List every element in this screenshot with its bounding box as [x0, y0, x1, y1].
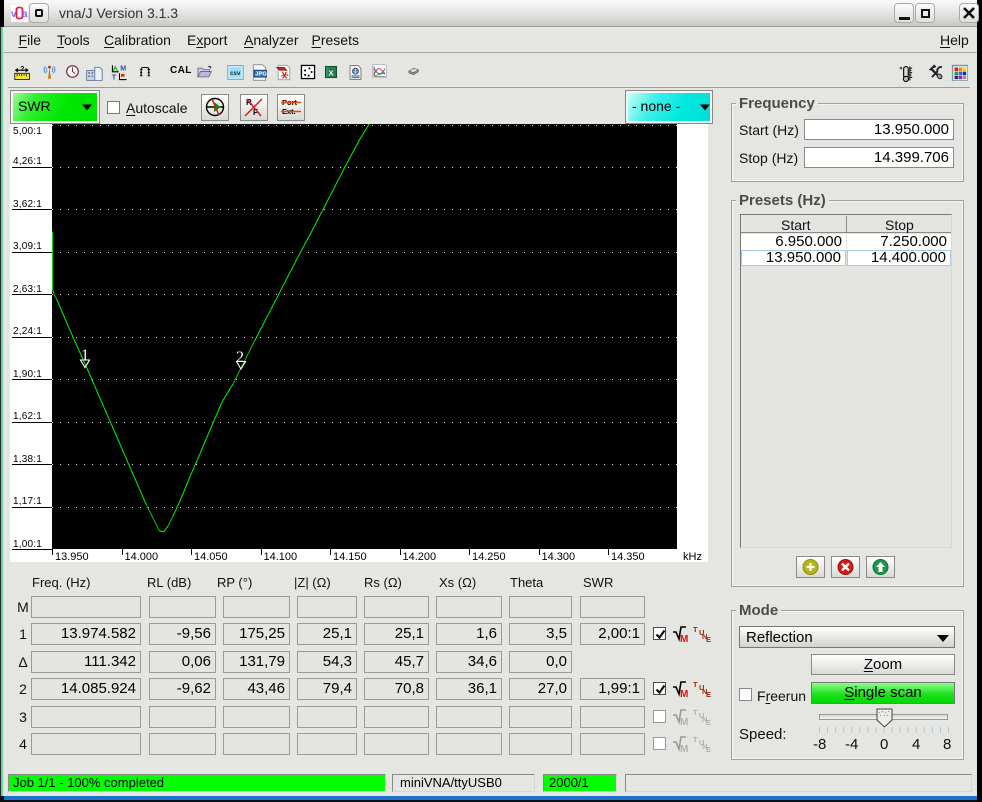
- svg-text:T: T: [693, 625, 698, 634]
- svg-text:M: M: [680, 634, 688, 643]
- svg-text:csv: csv: [230, 70, 241, 77]
- svg-text:M: M: [680, 744, 688, 753]
- svg-text:2: 2: [236, 349, 244, 366]
- svg-text:M: M: [680, 689, 688, 698]
- svg-text:T: T: [693, 708, 698, 717]
- svg-text:T: T: [112, 74, 117, 81]
- svg-text:X: X: [328, 69, 334, 78]
- svg-text:E: E: [706, 718, 711, 726]
- svg-text:JPG: JPG: [255, 72, 267, 78]
- svg-text:M: M: [680, 717, 688, 726]
- svg-text:E: E: [706, 690, 711, 698]
- svg-text:T: T: [693, 680, 698, 689]
- svg-text:?: ?: [20, 66, 24, 73]
- svg-text:E: E: [706, 745, 711, 753]
- svg-text:a: a: [22, 9, 28, 20]
- svg-text:1: 1: [81, 347, 89, 364]
- svg-text:E: E: [706, 635, 711, 643]
- svg-text:M: M: [120, 64, 126, 72]
- svg-text:T: T: [693, 735, 698, 744]
